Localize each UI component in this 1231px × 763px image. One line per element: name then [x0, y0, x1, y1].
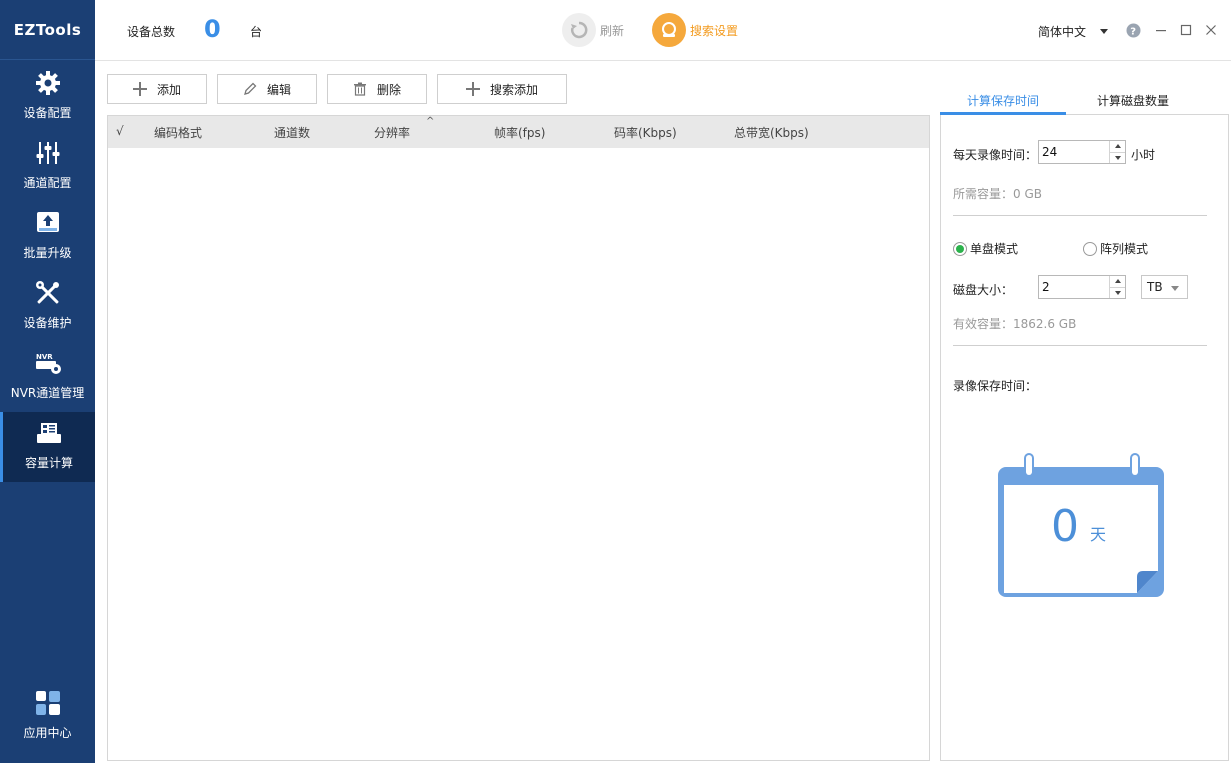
sidebar-item-label: 通道配置 [23, 176, 72, 190]
sidebar-item-label: 设备维护 [23, 316, 72, 330]
tab-calc-retention[interactable]: 计算保存时间 [967, 92, 1039, 109]
retention-calendar: 0 天 [997, 453, 1165, 597]
svg-text:?: ? [1130, 26, 1136, 37]
svg-text:NVR: NVR [36, 353, 53, 361]
radio-checked-icon [953, 241, 967, 256]
decrement-icon[interactable] [1110, 286, 1125, 299]
app-logo: EZTools [0, 0, 95, 60]
select-all-column[interactable]: √ [116, 124, 124, 138]
increment-icon[interactable] [1110, 276, 1125, 287]
required-capacity: 所需容量：0 GB [953, 187, 1042, 201]
increment-icon[interactable] [1110, 141, 1125, 152]
add-label: 添加 [156, 82, 181, 97]
device-table: √ 编码格式 通道数 分辨率 ^ 帧率(fps) 码率(Kbps) 总带宽(Kb… [107, 115, 930, 761]
close-icon[interactable] [1203, 22, 1219, 38]
plus-icon [465, 82, 480, 96]
top-bar: 设备总数 0 台 刷新 搜索设置 简体中文 ? [95, 0, 1231, 61]
refresh-button[interactable]: 刷新 [562, 13, 624, 47]
upgrade-icon [33, 208, 63, 238]
retention-label: 录像保存时间： [953, 379, 1038, 393]
chevron-down-icon [1171, 286, 1179, 291]
disk-size-value[interactable]: 2 [1039, 276, 1109, 298]
calculator-icon [34, 418, 64, 448]
column-header-codec[interactable]: 编码格式 [154, 124, 202, 141]
delete-label: 删除 [376, 82, 401, 97]
sidebar-item-label: 应用中心 [23, 726, 72, 740]
sidebar: EZTools 设备配置 通道配置 批量升级 设备维护 NVR NVR通道管理 [0, 0, 95, 763]
chevron-down-icon [1100, 29, 1109, 34]
search-settings-button[interactable]: 搜索设置 [652, 13, 738, 47]
help-icon[interactable]: ? [1125, 22, 1141, 38]
minimize-icon[interactable] [1153, 22, 1169, 38]
disk-unit-select[interactable]: TB [1141, 275, 1188, 299]
disk-unit-value: TB [1147, 280, 1163, 294]
pencil-icon [243, 82, 257, 96]
retention-form: 每天录像时间： 24 小时 所需容量：0 GB 单盘模式 阵列模式 磁盘大小： … [940, 115, 1229, 761]
maximize-icon[interactable] [1178, 22, 1194, 38]
search-settings-icon [652, 13, 686, 47]
sliders-icon [33, 138, 63, 168]
disk-size-label: 磁盘大小： [953, 283, 1014, 297]
device-total-value: 0 [204, 15, 221, 43]
tab-calc-disk-count[interactable]: 计算磁盘数量 [1097, 92, 1169, 109]
tools-icon [33, 278, 63, 308]
column-header-bitrate[interactable]: 码率(Kbps) [614, 124, 677, 141]
search-settings-label: 搜索设置 [690, 23, 739, 38]
sort-indicator-icon: ^ [426, 116, 435, 127]
sidebar-item-device-maintenance[interactable]: 设备维护 [0, 272, 95, 342]
sidebar-item-label: 设备配置 [23, 106, 72, 120]
divider [953, 345, 1207, 346]
sidebar-item-device-config[interactable]: 设备配置 [0, 62, 95, 132]
sidebar-item-app-center[interactable]: 应用中心 [0, 682, 95, 752]
refresh-icon [562, 13, 596, 47]
edit-button[interactable]: 编辑 [217, 74, 317, 104]
sidebar-item-label: 容量计算 [24, 456, 73, 470]
effective-capacity: 有效容量：1862.6 GB [953, 317, 1077, 331]
search-add-label: 搜索添加 [489, 82, 538, 97]
array-mode-label: 阵列模式 [1100, 242, 1149, 256]
plus-icon [132, 82, 147, 96]
daily-record-label: 每天录像时间： [953, 148, 1038, 162]
edit-label: 编辑 [266, 82, 291, 97]
sidebar-item-label: NVR通道管理 [10, 386, 85, 400]
radio-unchecked-icon [1083, 241, 1097, 256]
column-header-resolution[interactable]: 分辨率 [374, 124, 410, 141]
language-select[interactable]: 简体中文 [1038, 23, 1109, 40]
array-mode-radio[interactable]: 阵列模式 [1083, 240, 1148, 257]
delete-button[interactable]: 删除 [327, 74, 427, 104]
device-total-unit: 台 [250, 25, 263, 39]
retention-days-value: 0 [1051, 501, 1079, 552]
sidebar-item-batch-upgrade[interactable]: 批量升级 [0, 202, 95, 272]
gear-icon [33, 68, 63, 98]
refresh-label: 刷新 [600, 23, 625, 38]
divider [953, 215, 1207, 216]
retention-days-unit: 天 [1090, 525, 1107, 544]
trash-icon [353, 82, 367, 96]
sidebar-item-capacity-calc[interactable]: 容量计算 [0, 412, 95, 482]
daily-record-stepper[interactable]: 24 [1038, 140, 1126, 164]
device-total-label: 设备总数 [127, 25, 176, 39]
sidebar-item-label: 批量升级 [23, 246, 72, 260]
add-button[interactable]: 添加 [107, 74, 207, 104]
daily-record-value[interactable]: 24 [1039, 141, 1109, 163]
disk-size-stepper[interactable]: 2 [1038, 275, 1126, 299]
table-header: √ 编码格式 通道数 分辨率 ^ 帧率(fps) 码率(Kbps) 总带宽(Kb… [108, 116, 929, 148]
sidebar-item-channel-config[interactable]: 通道配置 [0, 132, 95, 202]
nvr-icon: NVR [33, 348, 63, 378]
column-header-framerate[interactable]: 帧率(fps) [494, 124, 545, 141]
decrement-icon[interactable] [1110, 151, 1125, 164]
calendar-icon [998, 453, 1164, 597]
capacity-panel: 计算保存时间 计算磁盘数量 每天录像时间： 24 小时 所需容量：0 GB 单盘… [940, 82, 1229, 761]
single-disk-mode-label: 单盘模式 [970, 242, 1019, 256]
sidebar-item-nvr-channel[interactable]: NVR NVR通道管理 [0, 342, 95, 412]
column-header-channels[interactable]: 通道数 [274, 124, 310, 141]
app-center-icon [33, 688, 63, 718]
search-add-button[interactable]: 搜索添加 [437, 74, 567, 104]
single-disk-mode-radio[interactable]: 单盘模式 [953, 240, 1018, 257]
column-header-bandwidth[interactable]: 总带宽(Kbps) [734, 124, 809, 141]
daily-record-unit: 小时 [1131, 148, 1156, 162]
language-label: 简体中文 [1038, 25, 1087, 39]
